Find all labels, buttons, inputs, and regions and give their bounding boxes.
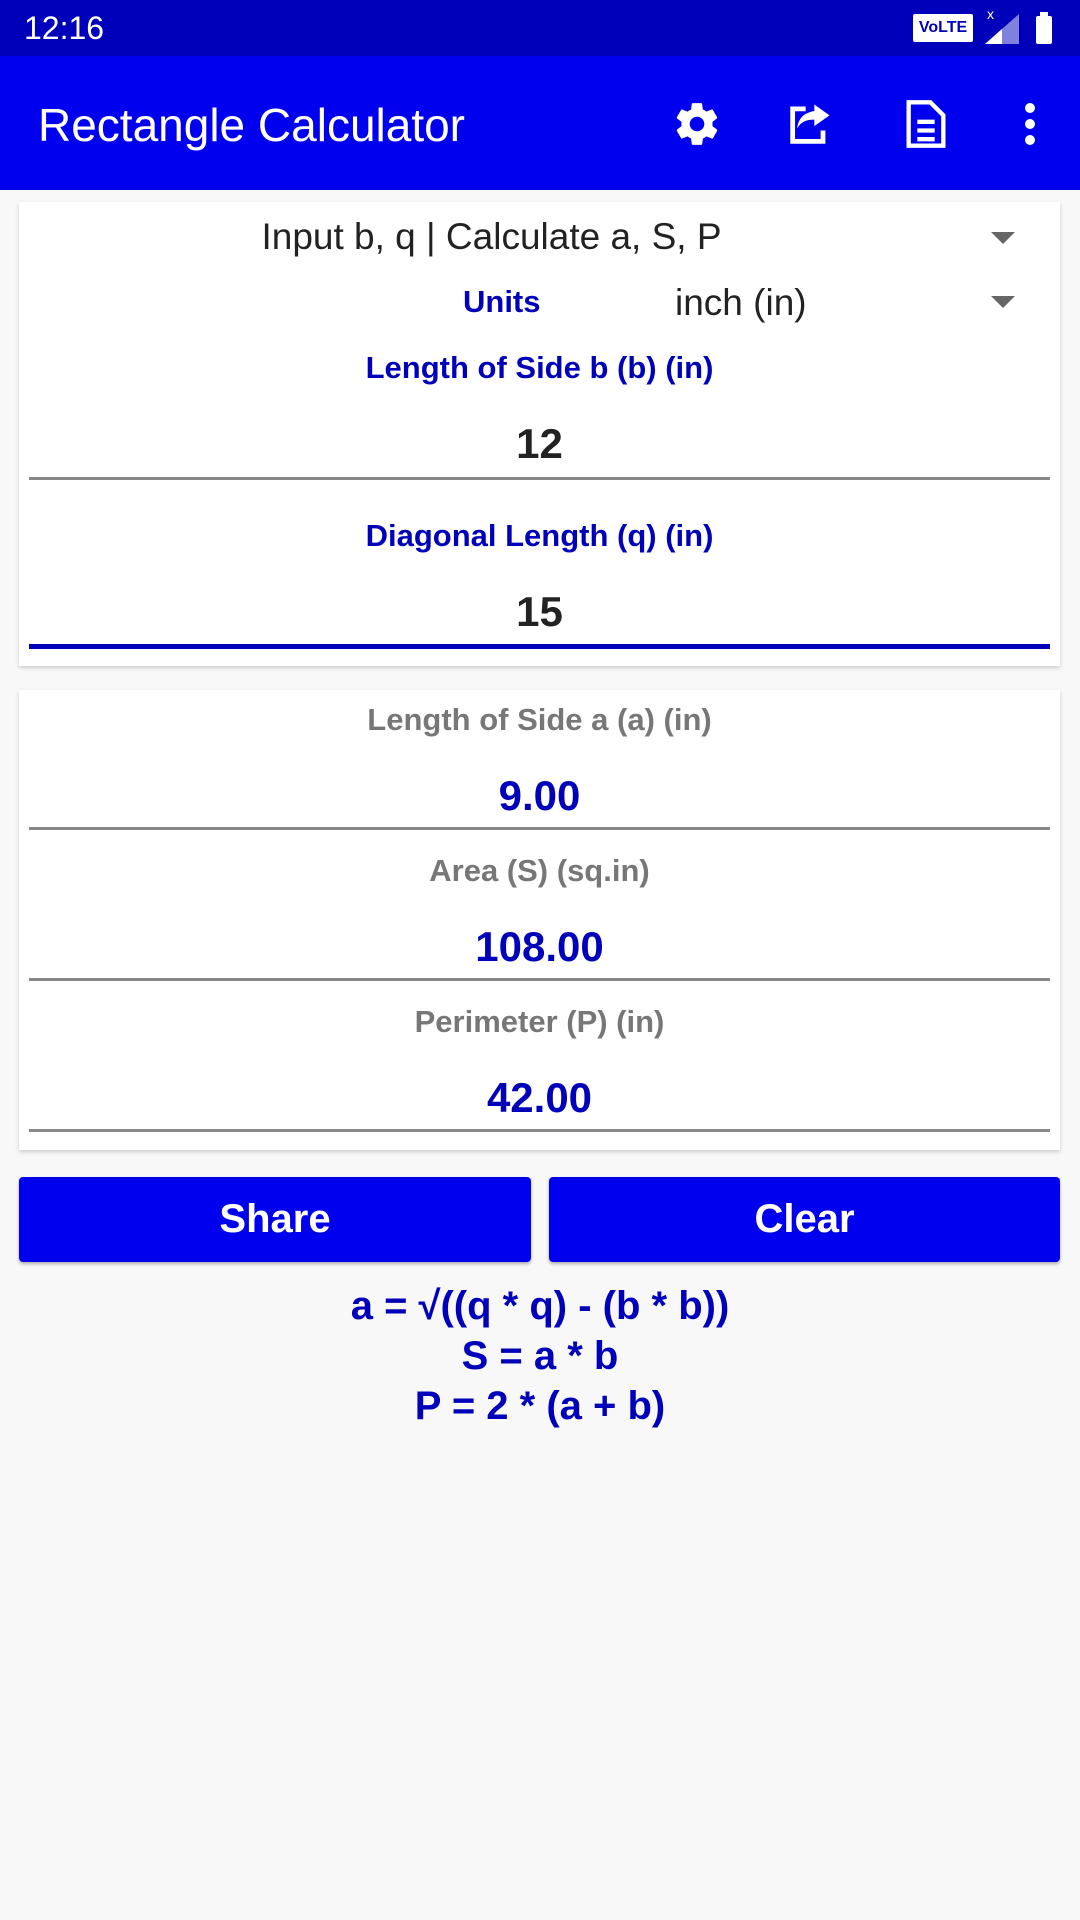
volte-icon: VoLTE	[913, 14, 973, 42]
formula-side-a: a = √((q * q) - (b * b))	[350, 1284, 730, 1328]
mode-select[interactable]: Input b, q | Calculate a, S, P	[19, 202, 1060, 272]
mode-select-value: Input b, q | Calculate a, S, P	[261, 216, 722, 257]
signal-icon	[985, 14, 1019, 44]
clear-button[interactable]: Clear	[549, 1177, 1060, 1262]
input-card: Input b, q | Calculate a, S, P Units inc…	[19, 202, 1060, 666]
area-value: 108.00	[475, 923, 604, 970]
units-label: Units	[463, 284, 541, 319]
side-b-input[interactable]: 12	[19, 420, 1060, 468]
results-card: Length of Side a (a) (in) 9.00 Area (S) …	[19, 690, 1060, 1150]
battery-icon	[1036, 12, 1052, 44]
perimeter-value: 42.00	[486, 1074, 593, 1121]
divider	[29, 978, 1050, 981]
status-time: 12:16	[24, 10, 105, 46]
formula-area: S = a * b	[461, 1334, 619, 1378]
side-b-label: Length of Side b (b) (in)	[365, 350, 714, 385]
side-b-underline	[29, 477, 1050, 480]
diagonal-underline	[29, 644, 1050, 649]
app-title: Rectangle Calculator	[38, 99, 466, 151]
side-a-value: 9.00	[498, 772, 581, 819]
diagonal-label: Diagonal Length (q) (in)	[365, 518, 714, 553]
divider	[29, 1129, 1050, 1132]
units-select[interactable]: inch (in)	[659, 272, 1059, 336]
perimeter-label: Perimeter (P) (in)	[414, 1004, 665, 1039]
divider	[29, 827, 1050, 830]
dropdown-arrow-icon	[991, 232, 1015, 244]
area-label: Area (S) (sq.in)	[429, 853, 650, 888]
diagonal-input[interactable]: 15	[19, 588, 1060, 636]
dropdown-arrow-icon	[991, 296, 1015, 308]
share-button[interactable]: Share	[19, 1177, 531, 1262]
gear-icon[interactable]	[667, 94, 727, 154]
more-vert-icon[interactable]	[1000, 94, 1060, 154]
units-select-value: inch (in)	[675, 282, 807, 323]
app-bar: Rectangle Calculator	[0, 56, 1080, 190]
status-bar: 12:16 VoLTE x	[0, 0, 1080, 56]
side-a-label: Length of Side a (a) (in)	[367, 702, 712, 737]
formula-perimeter: P = 2 * (a + b)	[414, 1384, 666, 1428]
share-icon[interactable]	[780, 94, 840, 154]
document-icon[interactable]	[896, 94, 956, 154]
